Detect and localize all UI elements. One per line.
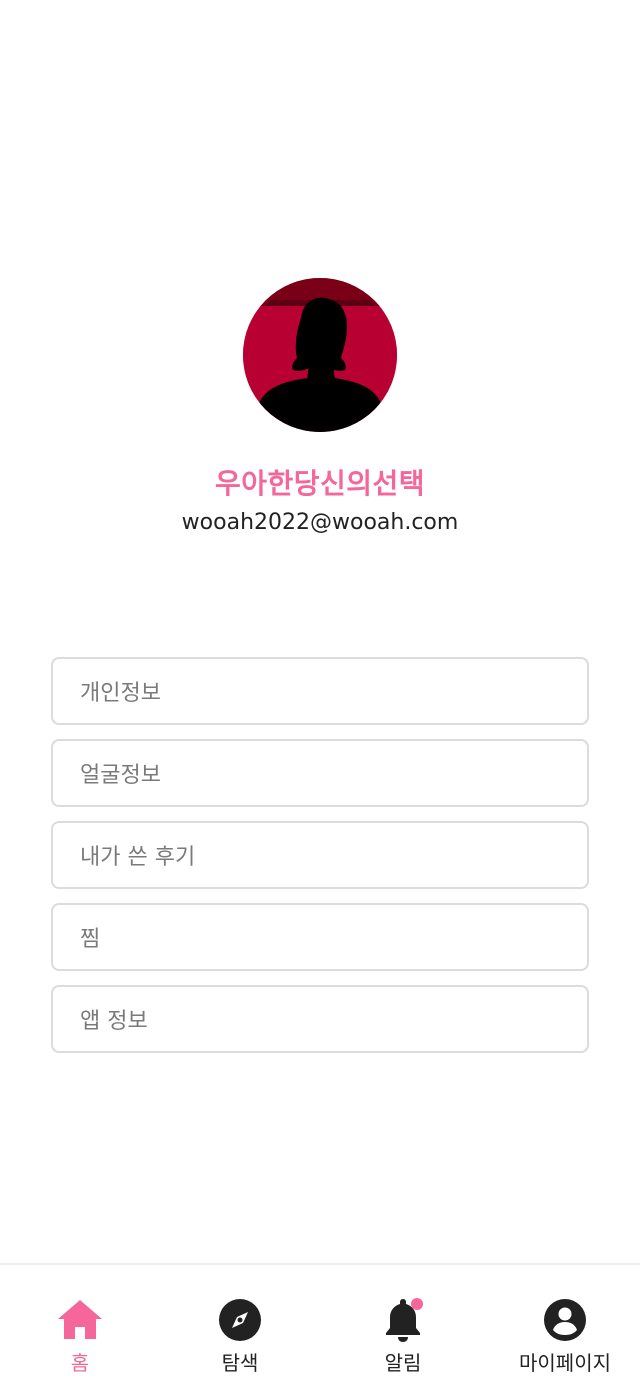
menu-item-wishlist[interactable]: 찜 <box>51 903 589 971</box>
tab-label: 홈 <box>70 1351 90 1375</box>
tab-label: 마이페이지 <box>519 1351 611 1375</box>
avatar[interactable] <box>243 278 397 432</box>
notification-badge <box>411 1298 423 1310</box>
bottom-tab-bar: 홈 탐색 알림 마이페이지 <box>0 1263 640 1400</box>
compass-icon <box>215 1295 265 1345</box>
profile-section: 우아한당신의선택 wooah2022@wooah.com <box>0 278 640 538</box>
menu-item-label: 얼굴정보 <box>80 763 161 788</box>
menu-item-label: 앱 정보 <box>80 1009 148 1034</box>
menu-item-label: 내가 쓴 후기 <box>80 845 196 870</box>
bell-icon <box>378 1295 428 1345</box>
menu-item-label: 찜 <box>80 927 101 952</box>
tab-explore[interactable]: 탐색 <box>160 1265 320 1400</box>
menu-item-personal-info[interactable]: 개인정보 <box>51 657 589 725</box>
profile-nickname: 우아한당신의선택 <box>214 467 426 500</box>
tab-mypage[interactable]: 마이페이지 <box>485 1265 640 1400</box>
profile-email: wooah2022@wooah.com <box>181 510 459 535</box>
person-silhouette-icon <box>243 278 397 432</box>
tab-notifications[interactable]: 알림 <box>323 1265 483 1400</box>
menu-item-app-info[interactable]: 앱 정보 <box>51 985 589 1053</box>
menu-item-face-info[interactable]: 얼굴정보 <box>51 739 589 807</box>
tab-label: 알림 <box>384 1351 422 1375</box>
tab-label: 탐색 <box>221 1351 259 1375</box>
settings-menu: 개인정보 얼굴정보 내가 쓴 후기 찜 앱 정보 <box>51 657 589 1067</box>
home-icon <box>55 1295 105 1345</box>
tab-home[interactable]: 홈 <box>0 1265 160 1400</box>
account-circle-icon <box>540 1295 590 1345</box>
menu-item-label: 개인정보 <box>80 681 161 706</box>
menu-item-my-reviews[interactable]: 내가 쓴 후기 <box>51 821 589 889</box>
